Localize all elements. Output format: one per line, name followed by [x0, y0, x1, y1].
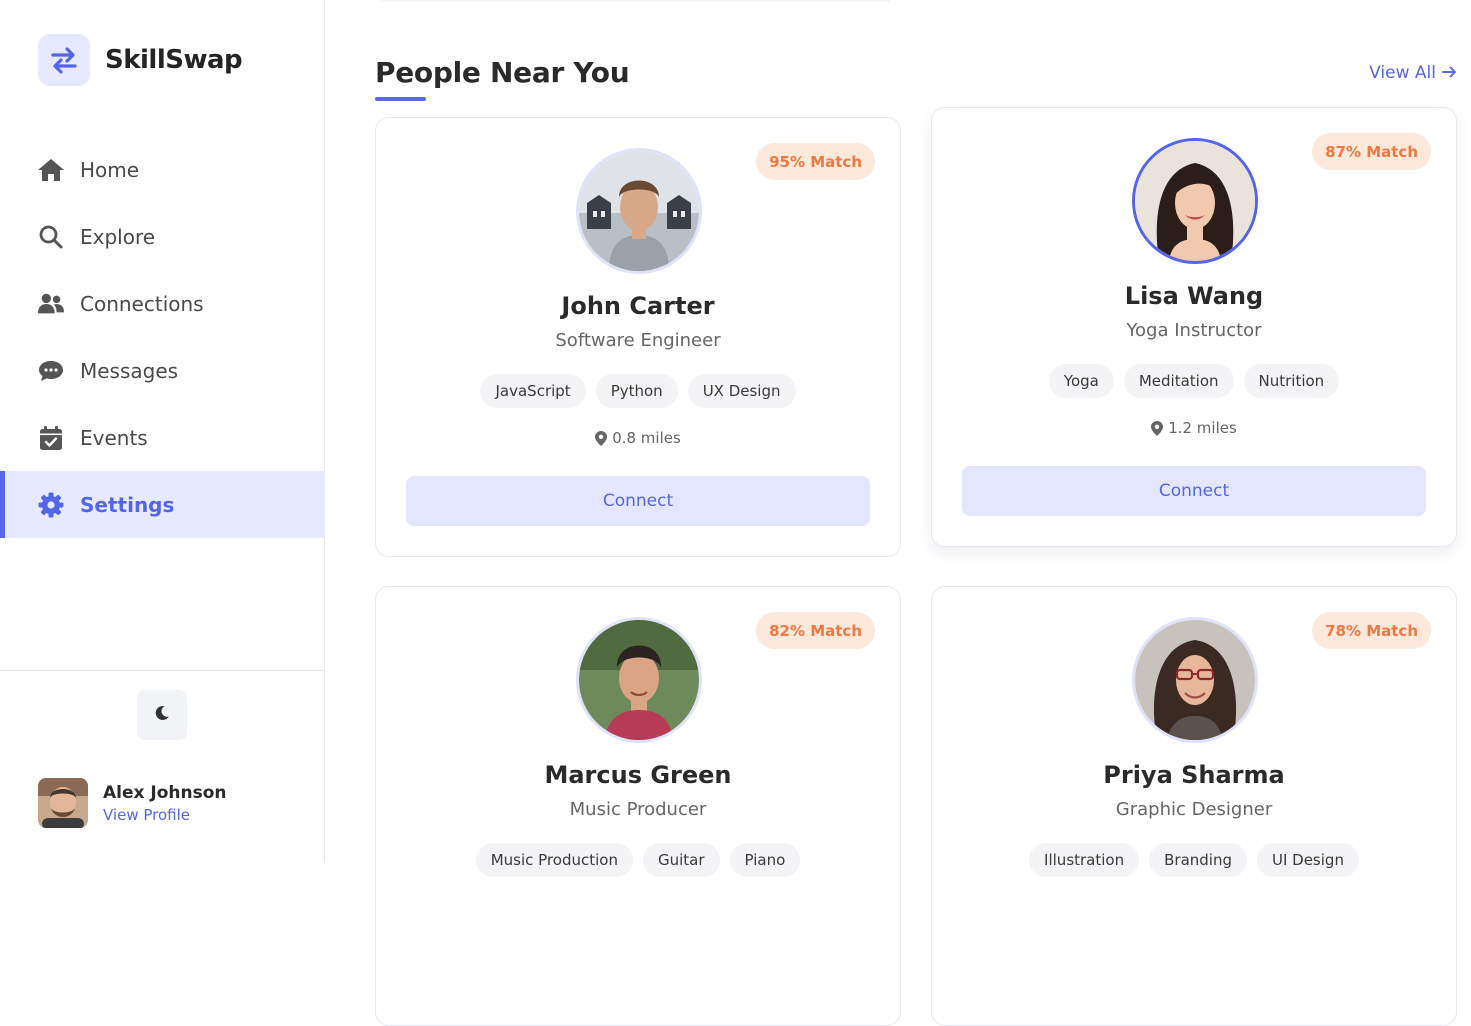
match-badge: 87% Match: [1312, 133, 1431, 170]
title-underline: [375, 97, 426, 101]
nav-item-settings[interactable]: Settings: [0, 471, 324, 538]
top-edge: [380, 0, 890, 3]
skill-tags: JavaScript Python UX Design: [376, 374, 900, 408]
avatar[interactable]: [576, 148, 702, 274]
person-card: 87% Match Lisa Wang Yoga Instructor Yoga…: [931, 107, 1457, 547]
home-icon: [37, 156, 65, 184]
sidebar: SkillSwap Home Explore Connections Messa…: [0, 0, 325, 863]
nav-item-explore[interactable]: Explore: [0, 203, 324, 270]
skill-tags: Yoga Meditation Nutrition: [932, 364, 1456, 398]
gear-icon: [37, 491, 65, 519]
location-pin-icon: [1151, 420, 1164, 436]
nav-label: Settings: [80, 492, 175, 517]
skill-tag: Nutrition: [1243, 364, 1340, 398]
page-title: People Near You: [375, 56, 630, 89]
swap-arrows-icon: [38, 34, 90, 86]
person-name: Lisa Wang: [1124, 282, 1264, 310]
skill-tag: Meditation: [1123, 364, 1234, 398]
main-nav: Home Explore Connections Messages Events: [0, 136, 324, 538]
brand[interactable]: SkillSwap: [38, 34, 243, 86]
sidebar-divider: [0, 670, 324, 671]
person-card: 95% Match John Carter Software Engineer …: [375, 117, 901, 557]
person-card: 82% Match Marcus Green Music Producer Mu…: [375, 586, 901, 1026]
skill-tag: JavaScript: [480, 374, 586, 408]
nav-item-messages[interactable]: Messages: [0, 337, 324, 404]
avatar[interactable]: [576, 617, 702, 743]
view-all-label: View All: [1369, 63, 1436, 83]
distance-value: 1.2 miles: [1168, 419, 1237, 437]
skill-tag: Piano: [729, 843, 801, 877]
skill-tag: Python: [595, 374, 678, 408]
nav-label: Connections: [80, 291, 204, 316]
calendar-icon: [37, 424, 65, 452]
nav-item-events[interactable]: Events: [0, 404, 324, 471]
nav-label: Home: [80, 157, 140, 182]
arrow-right-icon: [1442, 63, 1457, 83]
skill-tag: UI Design: [1256, 843, 1359, 877]
skill-tag: UX Design: [687, 374, 796, 408]
user-name: Alex Johnson: [103, 782, 227, 803]
match-badge: 95% Match: [756, 143, 875, 180]
person-name: Priya Sharma: [1103, 761, 1285, 789]
avatar[interactable]: [38, 778, 88, 828]
person-name: Marcus Green: [544, 761, 732, 789]
nav-label: Events: [80, 425, 148, 450]
moon-icon: [154, 705, 170, 725]
connect-button[interactable]: Connect: [406, 476, 870, 526]
nav-item-home[interactable]: Home: [0, 136, 324, 203]
nav-label: Explore: [80, 224, 156, 249]
person-role: Software Engineer: [555, 330, 721, 351]
match-badge: 82% Match: [756, 612, 875, 649]
users-icon: [37, 290, 65, 318]
chat-icon: [37, 357, 65, 385]
person-role: Graphic Designer: [1115, 799, 1273, 820]
distance: 1.2 miles: [932, 419, 1456, 437]
match-badge: 78% Match: [1312, 612, 1431, 649]
person-role: Music Producer: [569, 799, 707, 820]
skill-tag: Music Production: [475, 843, 633, 877]
brand-name: SkillSwap: [105, 45, 243, 75]
distance: 0.8 miles: [376, 429, 900, 447]
person-role: Yoga Instructor: [1126, 320, 1262, 341]
view-all-link[interactable]: View All: [1369, 63, 1457, 83]
person-card: 78% Match Priya Sharma Graphic Designer …: [931, 586, 1457, 1026]
person-name: John Carter: [561, 292, 715, 320]
connect-button[interactable]: Connect: [962, 466, 1426, 516]
nav-label: Messages: [80, 358, 179, 383]
search-icon: [37, 223, 65, 251]
user-profile[interactable]: Alex Johnson View Profile: [38, 778, 227, 828]
location-pin-icon: [595, 430, 608, 446]
avatar[interactable]: [1132, 617, 1258, 743]
skill-tags: Music Production Guitar Piano: [376, 843, 900, 877]
distance-value: 0.8 miles: [612, 429, 681, 447]
skill-tag: Branding: [1149, 843, 1247, 877]
skill-tags: Illustration Branding UI Design: [932, 843, 1456, 877]
theme-toggle-button[interactable]: [137, 690, 187, 740]
nav-item-connections[interactable]: Connections: [0, 270, 324, 337]
skill-tag: Illustration: [1029, 843, 1140, 877]
skill-tag: Guitar: [642, 843, 720, 877]
avatar[interactable]: [1132, 138, 1258, 264]
skill-tag: Yoga: [1048, 364, 1114, 398]
view-profile-link[interactable]: View Profile: [103, 806, 227, 824]
